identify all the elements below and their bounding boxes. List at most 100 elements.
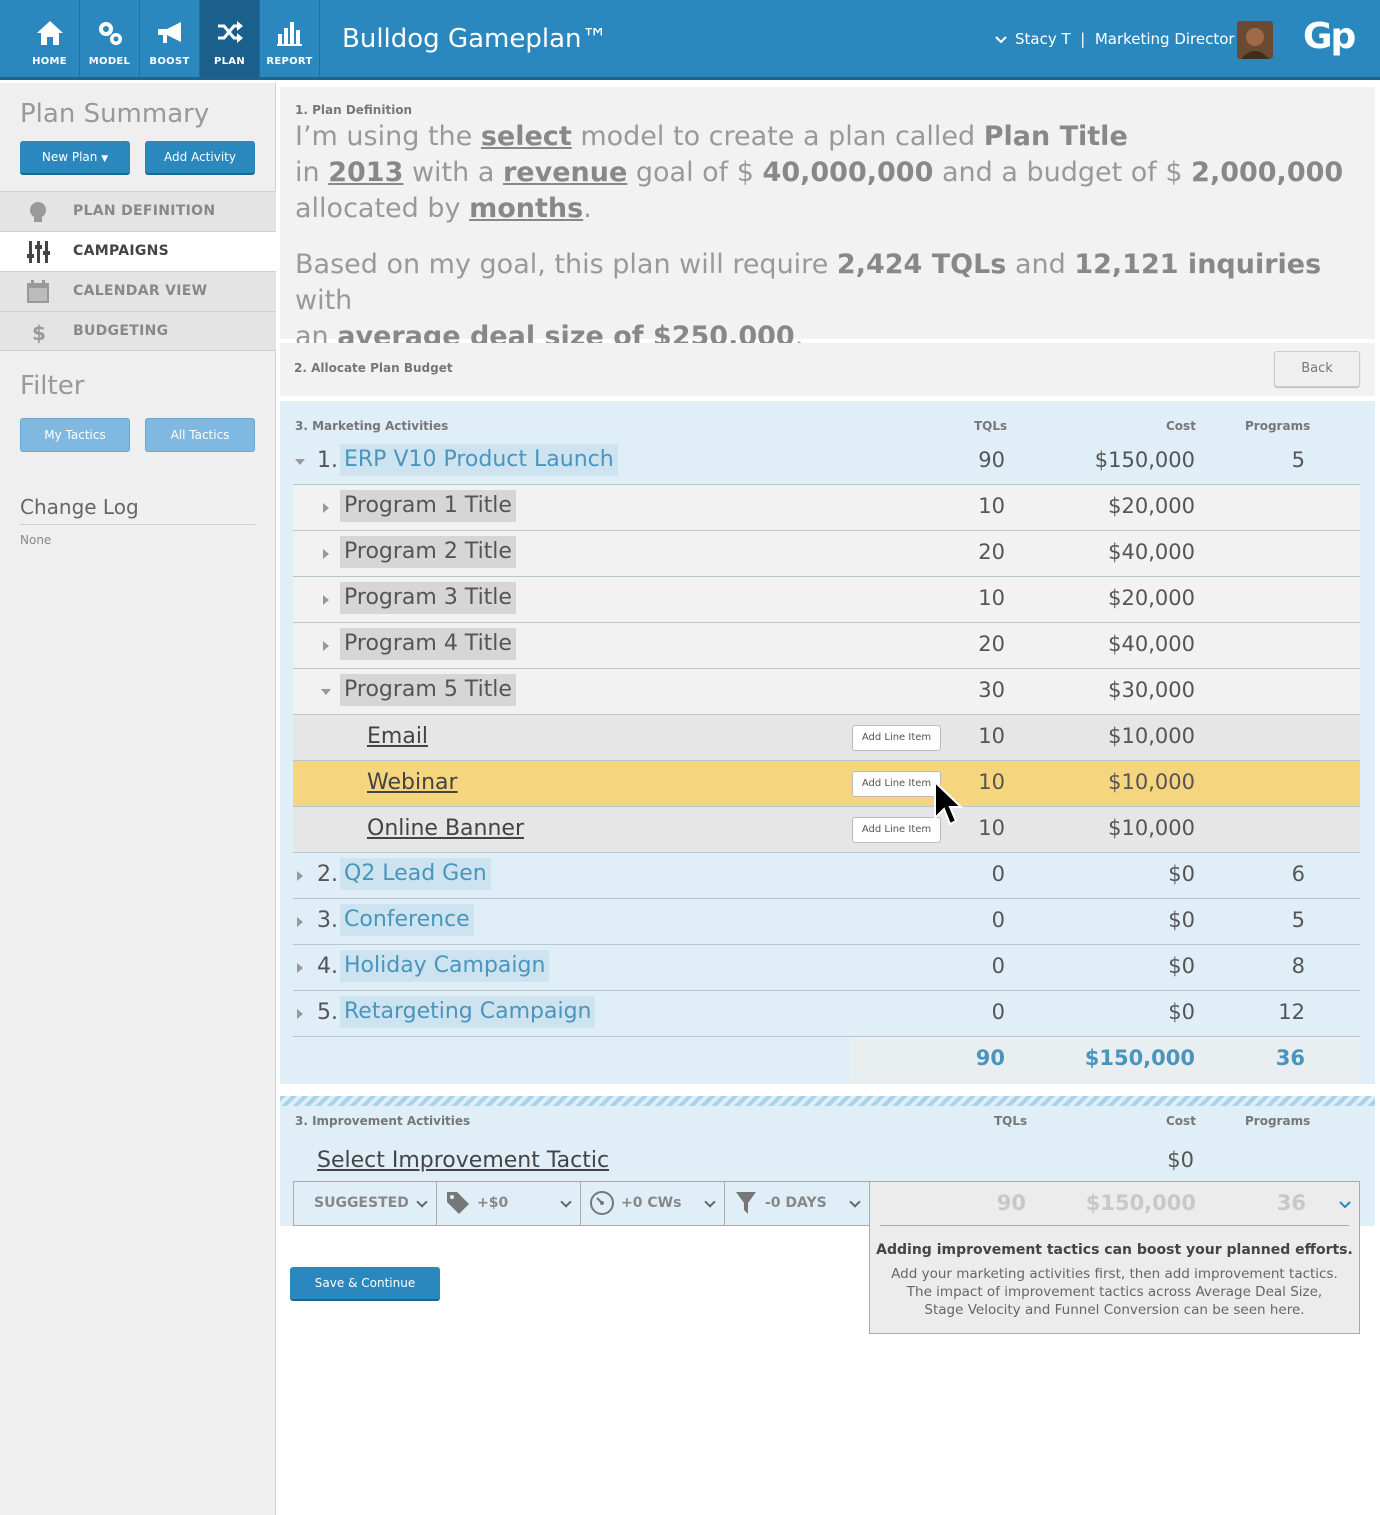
program-row[interactable]: Program 2 Title 20 $40,000 [293,531,1360,577]
line-item-row[interactable]: Online Banner Add Line Item 10 $10,000 [293,807,1360,853]
dropdown-label: SUGGESTED [314,1195,409,1211]
marketing-activities-section: 3. Marketing Activities TQLs Cost Progra… [280,401,1375,1084]
campaign-number: 1. [317,448,338,473]
expand-caret-icon[interactable] [297,963,303,973]
line-item-title[interactable]: Webinar [367,770,458,795]
text: in [295,157,320,188]
lightbulb-icon [30,202,46,222]
nav-home[interactable]: HOME [20,0,80,78]
program-title[interactable]: Program 3 Title [340,582,516,614]
line-item-title[interactable]: Online Banner [367,816,524,841]
expand-caret-icon[interactable] [297,917,303,927]
budget-value[interactable]: 2,000,000 [1191,157,1343,188]
megaphone-icon [158,22,181,43]
expand-caret-icon[interactable] [297,1009,303,1019]
goal-type-select[interactable]: revenue [503,157,627,188]
campaign-title[interactable]: Q2 Lead Gen [340,858,491,890]
expand-caret-icon[interactable] [297,871,303,881]
avatar[interactable] [1237,21,1273,59]
new-plan-button[interactable]: New Plan ▼ [20,141,130,175]
projected-programs: 36 [1276,1191,1306,1215]
tqls-value: 10 [978,586,1005,610]
program-row[interactable]: Program 3 Title 10 $20,000 [293,577,1360,623]
expand-caret-icon[interactable] [323,503,329,513]
text: model to create a plan called [580,121,976,152]
program-row[interactable]: Program 4 Title 20 $40,000 [293,623,1360,669]
plan-definition-section: 1. Plan Definition I’m using the select … [280,87,1375,352]
program-row[interactable]: Program 5 Title 30 $30,000 [293,669,1360,715]
expand-caret-icon[interactable] [323,549,329,559]
menu-campaigns[interactable]: CAMPAIGNS [0,231,276,271]
line-item-row[interactable]: Email Add Line Item 10 $10,000 [293,715,1360,761]
nav-boost[interactable]: BOOST [140,0,200,78]
cost-filter-dropdown[interactable]: +$0 [437,1182,581,1225]
tqls-value: 10 [978,494,1005,518]
divider [880,1225,1349,1226]
mouse-cursor-icon [934,780,963,826]
campaign-title[interactable]: Holiday Campaign [340,950,550,982]
campaign-row[interactable]: 3. Conference 0 $0 5 [293,899,1360,945]
menu-calendar-view[interactable]: CALENDAR VIEW [0,271,276,311]
dropdown-label: +$0 [477,1195,509,1211]
projected-cost: $150,000 [1085,1191,1196,1215]
campaign-title[interactable]: ERP V10 Product Launch [340,444,618,476]
campaign-row[interactable]: 5. Retargeting Campaign 0 $0 12 [293,991,1360,1037]
menu-plan-definition[interactable]: PLAN DEFINITION [0,191,276,231]
chevron-down-icon [849,1196,861,1208]
cost-value: $0 [1168,908,1195,932]
program-title[interactable]: Program 5 Title [340,674,516,706]
days-filter-dropdown[interactable]: -0 DAYS [725,1182,869,1225]
back-button[interactable]: Back [1274,351,1360,387]
line-item-row[interactable]: Webinar Add Line Item 10 $10,000 [293,761,1360,807]
collapse-caret-icon[interactable] [295,459,305,465]
nav-plan[interactable]: PLAN [200,0,260,78]
cw-filter-dropdown[interactable]: +0 CWs [581,1182,725,1225]
plan-title-value[interactable]: Plan Title [984,121,1128,152]
program-row[interactable]: Program 1 Title 10 $20,000 [293,485,1360,531]
section-label: 2. Allocate Plan Budget [294,361,453,375]
chevron-down-icon[interactable] [1339,1201,1351,1209]
user-role: Marketing Director [1094,30,1235,48]
program-title[interactable]: Program 1 Title [340,490,516,522]
col-header-cost: Cost [1166,419,1196,433]
home-icon [37,21,63,45]
plan-requirements-sentence: Based on my goal, this plan will require… [295,247,1355,355]
suggested-dropdown[interactable]: SUGGESTED [294,1182,437,1225]
tqls-value: 0 [991,954,1005,978]
program-title[interactable]: Program 4 Title [340,628,516,660]
select-improvement-tactic[interactable]: Select Improvement Tactic [317,1148,609,1173]
all-tactics-button[interactable]: All Tactics [145,418,255,452]
text: and [1014,249,1066,280]
user-menu[interactable]: Stacy T | Marketing Director [995,30,1235,48]
total-cost: $150,000 [1084,1046,1195,1070]
add-activity-button[interactable]: Add Activity [145,141,255,175]
save-continue-button[interactable]: Save & Continue [290,1267,440,1301]
my-tactics-button[interactable]: My Tactics [20,418,130,452]
year-select[interactable]: 2013 [328,157,403,188]
menu-budgeting[interactable]: $ BUDGETING [0,311,276,351]
chevron-down-icon [995,35,1007,43]
goal-value[interactable]: 40,000,000 [763,157,934,188]
model-select[interactable]: select [481,121,572,152]
campaign-row[interactable]: 2. Q2 Lead Gen 0 $0 6 [293,853,1360,899]
campaign-title[interactable]: Conference [340,904,474,936]
campaign-number: 4. [317,954,338,979]
expand-caret-icon[interactable] [323,595,329,605]
collapse-caret-icon[interactable] [321,689,331,695]
nav-model[interactable]: MODEL [80,0,140,78]
tqls-value: 0 [991,1000,1005,1024]
campaign-row[interactable]: 4. Holiday Campaign 0 $0 8 [293,945,1360,991]
section-label: 3. Improvement Activities [295,1114,471,1128]
filter-title: Filter [20,371,85,401]
tqls-value: 20 [978,540,1005,564]
campaign-row[interactable]: 1. ERP V10 Product Launch 90 $150,000 5 [293,439,1360,485]
col-header-tqls: TQLs [994,1114,1028,1128]
nav-report[interactable]: REPORT [260,0,320,78]
tqls-value: 10 [978,724,1005,748]
allocation-select[interactable]: months [469,193,583,224]
campaign-title[interactable]: Retargeting Campaign [340,996,596,1028]
expand-caret-icon[interactable] [323,641,329,651]
program-title[interactable]: Program 2 Title [340,536,516,568]
tqls-value: 30 [978,678,1005,702]
line-item-title[interactable]: Email [367,724,428,749]
